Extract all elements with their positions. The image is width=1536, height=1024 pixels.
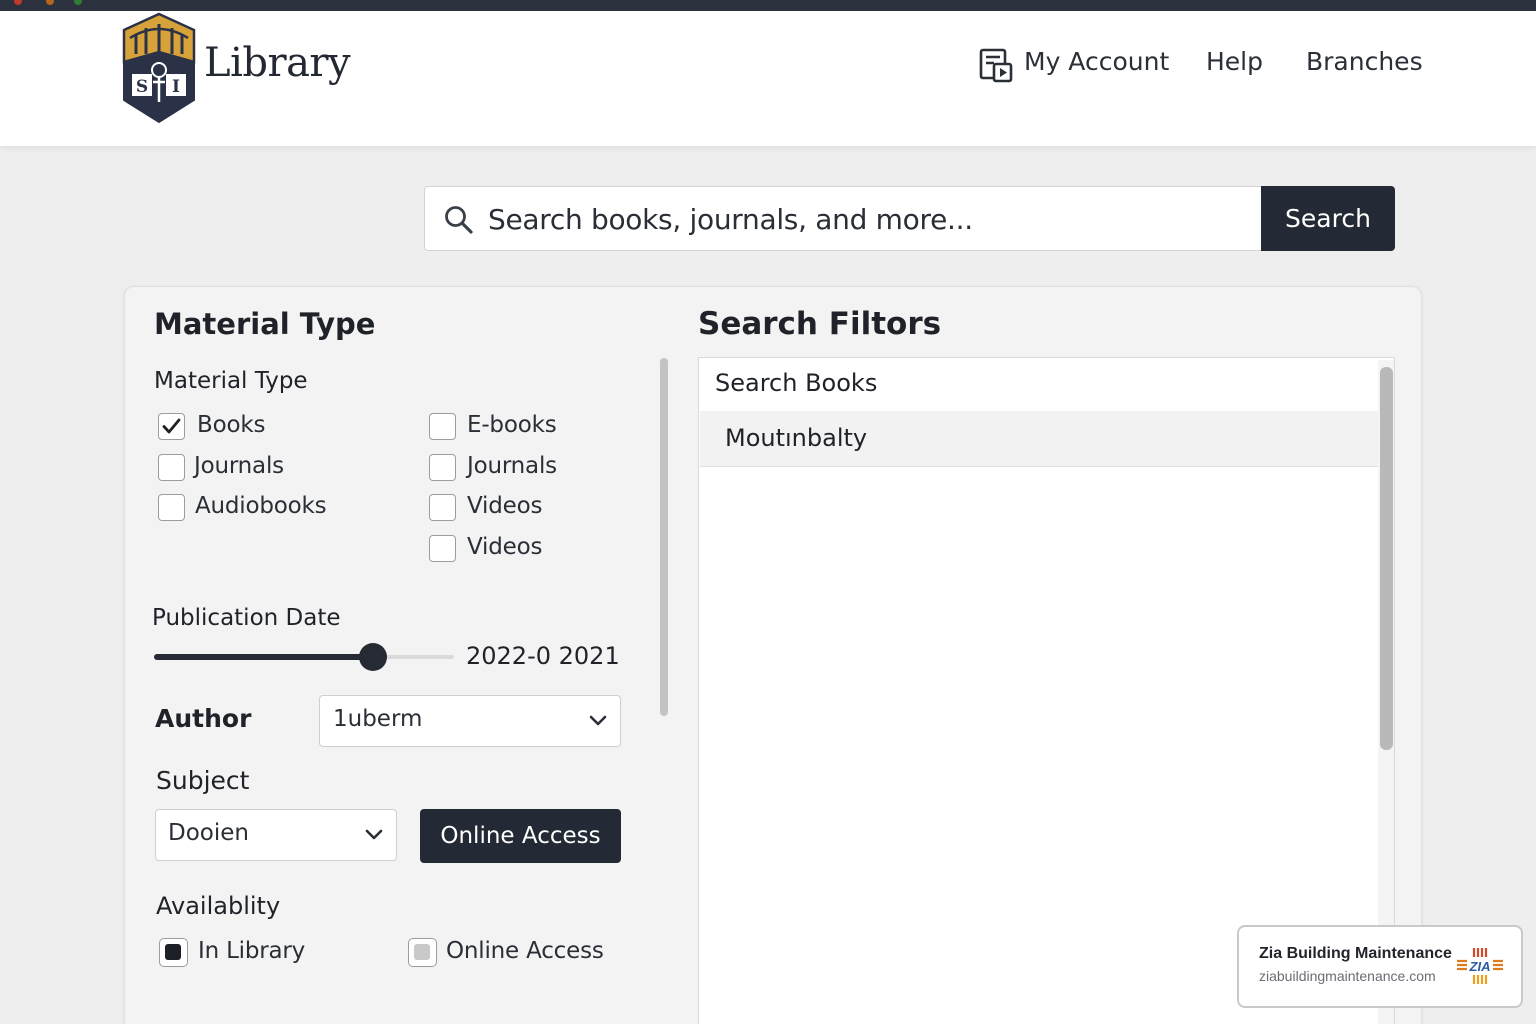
- availability-in-library-label[interactable]: In Library: [198, 938, 305, 964]
- nav-help[interactable]: Help: [1206, 47, 1263, 76]
- results-scrollbar[interactable]: [1380, 367, 1393, 750]
- availability-in-library-radio[interactable]: [159, 938, 188, 967]
- radio-selected-dot: [165, 944, 181, 960]
- subject-label: Subject: [156, 766, 250, 795]
- close-window-icon[interactable]: [14, 0, 22, 5]
- svg-text:S: S: [136, 77, 148, 97]
- publication-date-value: 2022-0 2021: [466, 642, 620, 670]
- checkbox-label-audiobooks[interactable]: Audiobooks: [195, 493, 327, 519]
- radio-unselected-dot: [414, 944, 430, 960]
- online-access-button[interactable]: Online Access: [420, 809, 621, 863]
- search-filters-heading: Search Filtors: [698, 306, 942, 342]
- author-select-value: 1uberm: [333, 706, 423, 732]
- checkbox-videos[interactable]: [429, 494, 456, 521]
- library-logo-icon[interactable]: S I: [120, 12, 198, 124]
- availability-online-access-label[interactable]: Online Access: [446, 938, 604, 964]
- availability-online-access-radio[interactable]: [408, 938, 437, 967]
- slider-fill: [154, 654, 373, 660]
- nav-my-account[interactable]: My Account: [1024, 47, 1169, 76]
- checkbox-journals[interactable]: [158, 454, 185, 481]
- checkbox-videos-2[interactable]: [429, 535, 456, 562]
- checkbox-label-journals-2[interactable]: Journals: [467, 453, 557, 479]
- checkbox-label-journals[interactable]: Journals: [194, 453, 284, 479]
- material-type-label: Material Type: [154, 368, 308, 394]
- checkbox-label-books[interactable]: Books: [197, 412, 265, 438]
- window-titlebar: [0, 0, 1536, 11]
- checkbox-books[interactable]: [158, 413, 185, 440]
- subject-select-value: Dooien: [168, 820, 249, 846]
- checkbox-label-ebooks[interactable]: E-books: [467, 412, 557, 438]
- list-item-label[interactable]: Search Books: [715, 369, 877, 397]
- search-button[interactable]: Search: [1261, 186, 1395, 251]
- publication-date-label: Publication Date: [152, 605, 341, 631]
- watermark-url: ziabuildingmaintenance.com: [1259, 968, 1436, 984]
- availability-label: Availablity: [156, 892, 281, 920]
- nav-branches[interactable]: Branches: [1306, 47, 1423, 76]
- checkbox-audiobooks[interactable]: [158, 494, 185, 521]
- checkbox-label-videos[interactable]: Videos: [467, 493, 542, 519]
- slider-thumb[interactable]: [359, 643, 387, 671]
- svg-text:I: I: [172, 77, 180, 97]
- svg-text:ZIA: ZIA: [1469, 959, 1491, 974]
- checkbox-ebooks[interactable]: [429, 413, 456, 440]
- checkbox-label-videos-2[interactable]: Videos: [467, 534, 542, 560]
- account-document-icon[interactable]: [978, 47, 1014, 85]
- zia-sun-logo-icon: ZIA: [1457, 948, 1503, 984]
- chevron-down-icon: [365, 829, 383, 840]
- search-input[interactable]: [488, 198, 1248, 240]
- chevron-down-icon: [589, 715, 607, 726]
- list-item-label[interactable]: Moutınbalty: [725, 424, 867, 452]
- material-type-heading: Material Type: [154, 307, 376, 341]
- author-label: Author: [155, 704, 252, 733]
- checkbox-journals-2[interactable]: [429, 454, 456, 481]
- minimize-window-icon[interactable]: [46, 0, 54, 5]
- search-icon: [445, 206, 473, 234]
- watermark-title: Zia Building Maintenance: [1259, 945, 1452, 962]
- checkmark-icon: [162, 418, 180, 433]
- logo-text[interactable]: Library: [204, 40, 351, 86]
- filter-scrollbar[interactable]: [660, 358, 668, 716]
- maximize-window-icon[interactable]: [74, 0, 82, 5]
